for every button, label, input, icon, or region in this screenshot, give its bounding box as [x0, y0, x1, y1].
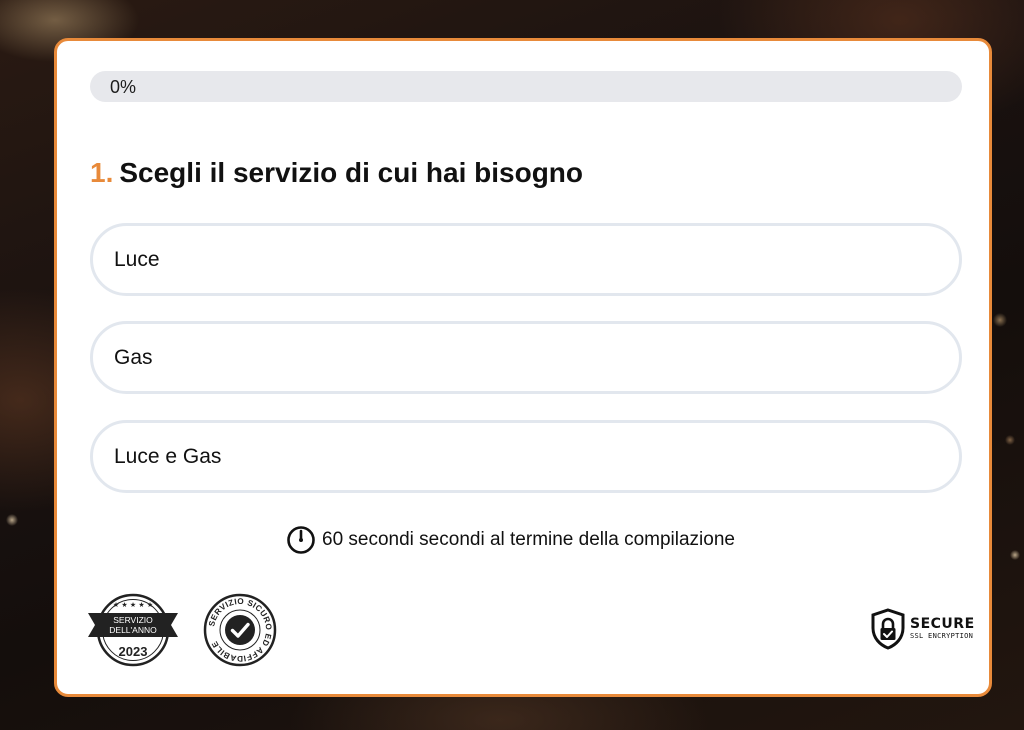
- question-title: 1. Scegli il servizio di cui hai bisogno: [90, 157, 583, 189]
- option-label: Luce: [114, 248, 160, 271]
- shield-lock-icon: [871, 608, 905, 650]
- timer-notice: 60 secondi secondi al termine della comp…: [286, 525, 735, 555]
- option-label: Luce e Gas: [114, 445, 222, 468]
- option-label: Gas: [114, 346, 153, 369]
- option-luce[interactable]: Luce: [90, 223, 962, 296]
- servizio-anno-badge: ★ ★ ★ ★ ★ SERVIZIO DELL'ANNO 2023: [88, 593, 178, 667]
- option-luce-e-gas[interactable]: Luce e Gas: [90, 420, 962, 493]
- progress-label: 0%: [110, 77, 137, 97]
- progress-bar: 0%: [90, 71, 962, 102]
- quiz-card: 0% 1. Scegli il servizio di cui hai bisog…: [54, 38, 992, 697]
- timer-text: 60 secondi secondi al termine della comp…: [322, 529, 735, 550]
- option-gas[interactable]: Gas: [90, 321, 962, 394]
- stars-icon: ★ ★ ★ ★ ★: [113, 601, 153, 609]
- stopwatch-icon: [287, 526, 315, 554]
- badge-line1: SERVIZIO: [113, 615, 153, 625]
- secure-title: SECURE: [910, 616, 975, 632]
- badge-year: 2023: [119, 644, 148, 659]
- secure-subtitle: SSL ENCRYPTION: [910, 632, 974, 640]
- secure-ssl-badge: SECURE SSL ENCRYPTION: [870, 608, 975, 650]
- badge-line2: DELL'ANNO: [109, 625, 157, 635]
- question-text: Scegli il servizio di cui hai bisogno: [119, 157, 584, 188]
- check-icon: [225, 615, 255, 645]
- affidabile-badge: SERVIZIO SICURO ED AFFIDABILE: [203, 593, 277, 667]
- svg-text:★ ★ ★ ★ ★: ★ ★ ★ ★ ★: [113, 601, 153, 609]
- question-number: 1.: [90, 157, 114, 188]
